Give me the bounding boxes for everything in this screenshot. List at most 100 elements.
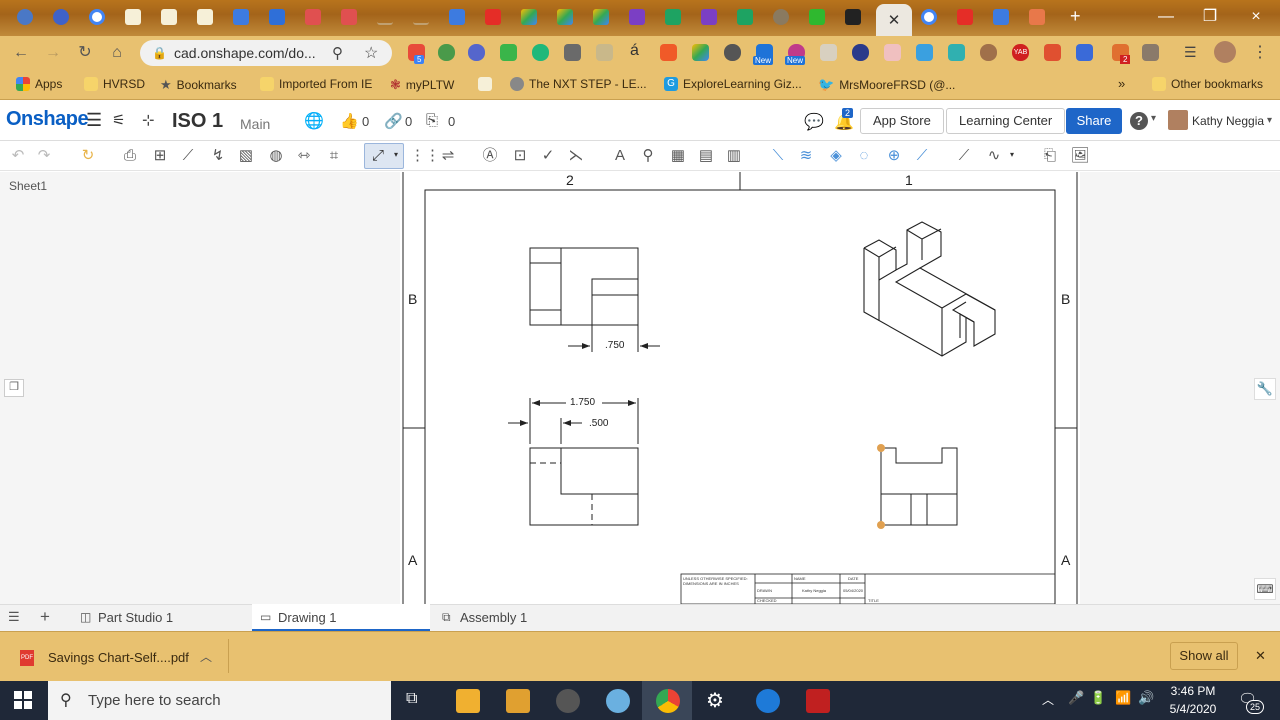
battery-icon[interactable]: 🔋: [1090, 690, 1106, 706]
document-settings-icon[interactable]: ⚟: [112, 111, 125, 129]
learning-center-button[interactable]: Learning Center: [946, 108, 1066, 134]
share-button[interactable]: Share: [1066, 108, 1122, 134]
bookmark-link[interactable]: [478, 77, 492, 91]
dimension-text[interactable]: 1.750: [570, 397, 595, 408]
table-icon[interactable]: ▦: [668, 146, 688, 166]
globe-icon[interactable]: 🌐: [304, 111, 324, 131]
hamburger-menu-icon[interactable]: ☰: [86, 110, 102, 131]
browser-tab[interactable]: [950, 6, 980, 28]
browser-tab[interactable]: [370, 6, 400, 28]
active-tab-onshape[interactable]: ✕: [876, 4, 912, 36]
browser-tab[interactable]: [658, 6, 688, 28]
edge-icon[interactable]: [756, 689, 780, 713]
bookmark-folder[interactable]: HVRSD: [84, 77, 145, 91]
weld-symbol-icon[interactable]: ⋋: [566, 146, 586, 166]
chevron-down-icon[interactable]: ▾: [1267, 115, 1272, 126]
extension-icon[interactable]: [532, 44, 549, 61]
workspace-name[interactable]: Main: [240, 116, 270, 132]
browser-tab[interactable]: [478, 6, 508, 28]
browser-tab[interactable]: [766, 6, 796, 28]
file-explorer-icon[interactable]: [456, 689, 480, 713]
clock-time[interactable]: 3:46 PM: [1168, 684, 1218, 698]
browser-tab[interactable]: [550, 6, 580, 28]
chrome-menu-icon[interactable]: ⋮: [1252, 42, 1268, 62]
task-view-icon[interactable]: ⧉: [406, 690, 417, 708]
onshape-logo[interactable]: Onshape: [6, 108, 89, 131]
drive-extension-icon[interactable]: [692, 44, 709, 61]
sheet-item[interactable]: Sheet1: [9, 179, 47, 193]
url-text[interactable]: cad.onshape.com/do...: [174, 45, 316, 61]
extension-icon[interactable]: [564, 44, 581, 61]
browser-tab[interactable]: [730, 6, 760, 28]
crop-icon[interactable]: ⌗: [324, 146, 344, 166]
image-icon[interactable]: 🖼: [1070, 146, 1090, 166]
callout-icon[interactable]: ⚲: [638, 146, 658, 166]
app-store-button[interactable]: App Store: [860, 108, 944, 134]
link-icon[interactable]: 🔗: [384, 112, 403, 130]
volume-icon[interactable]: 🔊: [1138, 690, 1154, 706]
browser-tab[interactable]: [802, 6, 832, 28]
more-bookmarks-icon[interactable]: »: [1118, 76, 1125, 91]
undo-icon[interactable]: ↶: [8, 146, 28, 166]
bookmark-folder[interactable]: ★ Bookmarks: [160, 77, 237, 93]
chrome-icon[interactable]: [656, 689, 680, 713]
browser-tab[interactable]: [586, 6, 616, 28]
redo-icon[interactable]: ↷: [34, 146, 54, 166]
profile-avatar[interactable]: [1214, 41, 1236, 63]
drawing-sheet[interactable]: [400, 172, 1080, 604]
browser-tab[interactable]: [334, 6, 364, 28]
download-filename[interactable]: Savings Chart-Self....pdf: [48, 650, 189, 665]
tab-manager-icon[interactable]: ☰: [8, 609, 20, 625]
hole-table-icon[interactable]: ▥: [724, 146, 744, 166]
bookmark-link[interactable]: 🐦 MrsMooreFRSD (@...: [818, 77, 955, 93]
extension-icon[interactable]: [980, 44, 997, 61]
chevron-down-icon[interactable]: ▾: [394, 150, 398, 159]
chevron-down-icon[interactable]: ▾: [1010, 150, 1014, 159]
centerline-icon[interactable]: ⟍: [768, 146, 788, 166]
section-view-icon[interactable]: ↯: [208, 146, 228, 166]
geometric-tolerance-icon[interactable]: ⟋: [912, 146, 932, 166]
properties-wrench-icon[interactable]: 🔧: [1254, 378, 1276, 400]
browser-tab[interactable]: [10, 6, 40, 28]
clock-date[interactable]: 5/4/2020: [1164, 702, 1222, 716]
note-icon[interactable]: Ⓐ: [480, 146, 500, 166]
add-tab-settings-icon[interactable]: ⊹: [142, 111, 155, 129]
add-tab-icon[interactable]: +: [40, 607, 50, 627]
taskbar-app-icon[interactable]: [606, 689, 630, 713]
browser-tab[interactable]: [694, 6, 724, 28]
close-shelf-icon[interactable]: ✕: [1255, 648, 1266, 664]
spline-icon[interactable]: ∿: [984, 146, 1004, 166]
help-icon[interactable]: ?: [1130, 112, 1148, 130]
extension-icon[interactable]: [1076, 44, 1093, 61]
browser-tab[interactable]: [46, 6, 76, 28]
chamfer-dimension-icon[interactable]: ⇌: [438, 146, 458, 166]
projected-view-icon[interactable]: ⊞: [150, 146, 170, 166]
chevron-up-icon[interactable]: ︿: [200, 648, 212, 665]
circular-centerline-icon[interactable]: ◌: [854, 146, 874, 166]
auxiliary-view-icon[interactable]: ⟋: [178, 146, 198, 166]
browser-tab[interactable]: [406, 6, 436, 28]
comments-icon[interactable]: 💬: [804, 112, 824, 132]
panel-toggle-icon[interactable]: ❐: [4, 379, 24, 397]
extension-icon[interactable]: [1044, 44, 1061, 61]
taskbar-app-icon[interactable]: [506, 689, 530, 713]
extension-icon[interactable]: [1142, 44, 1159, 61]
yab-extension-icon[interactable]: YAB: [1012, 44, 1029, 61]
extension-icon[interactable]: [820, 44, 837, 61]
restore-icon[interactable]: ❐: [1190, 6, 1230, 28]
configurations-icon[interactable]: ⌨: [1254, 578, 1276, 600]
browser-tab[interactable]: [914, 6, 944, 28]
datum-icon[interactable]: ⊡: [510, 146, 530, 166]
dimension-text[interactable]: .750: [605, 340, 624, 351]
new-tab-icon[interactable]: +: [1070, 6, 1081, 27]
chevron-down-icon[interactable]: ▾: [1151, 113, 1156, 124]
extension-icon[interactable]: [916, 44, 933, 61]
user-name[interactable]: Kathy Neggia: [1192, 114, 1264, 128]
extension-icon[interactable]: [724, 44, 741, 61]
browser-tab[interactable]: [442, 6, 472, 28]
forward-icon[interactable]: →: [42, 42, 64, 64]
extension-icon[interactable]: [660, 44, 677, 61]
bookmark-apps[interactable]: Apps: [16, 77, 62, 91]
taskbar-app-icon[interactable]: [556, 689, 580, 713]
extension-icon[interactable]: [596, 44, 613, 61]
